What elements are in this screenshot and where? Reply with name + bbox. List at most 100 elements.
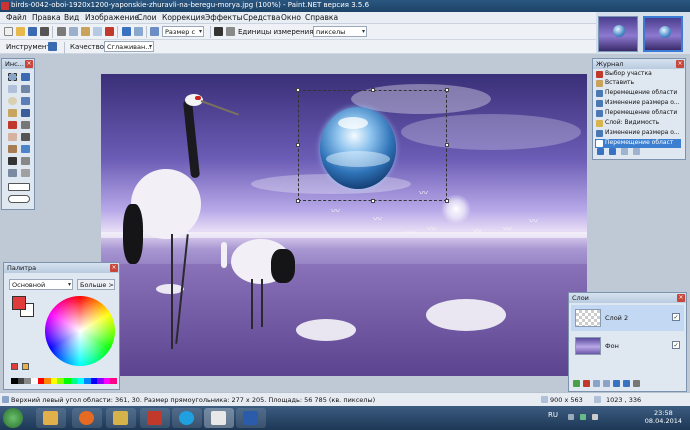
pencil-icon[interactable] — [21, 133, 30, 141]
selection-handle[interactable] — [296, 199, 300, 203]
line-icon[interactable] — [8, 169, 17, 177]
palette-swatches[interactable] — [11, 378, 117, 384]
image-thumbnail-2[interactable] — [643, 16, 683, 52]
move-icon[interactable] — [21, 73, 30, 81]
rectangle-select-icon[interactable] — [8, 73, 17, 81]
eraser-icon[interactable] — [8, 133, 17, 141]
zoom-icon[interactable] — [150, 27, 159, 36]
quality-select[interactable]: Сглаживан... ▾ — [104, 41, 154, 52]
cut-icon[interactable] — [57, 27, 66, 36]
recolor-icon[interactable] — [8, 157, 17, 165]
crop-icon[interactable] — [93, 27, 102, 36]
new-file-icon[interactable] — [4, 27, 13, 36]
curve-icon[interactable] — [21, 169, 30, 177]
undo-icon[interactable] — [609, 148, 616, 155]
move-selection-icon[interactable] — [48, 42, 57, 51]
units-select[interactable]: пикселы ▾ — [313, 26, 367, 37]
selection-handle[interactable] — [445, 88, 449, 92]
undo-icon[interactable] — [122, 27, 131, 36]
grid-icon[interactable] — [214, 27, 223, 36]
clone-stamp-icon[interactable] — [8, 145, 17, 153]
network-icon[interactable] — [580, 414, 586, 420]
close-icon[interactable]: × — [677, 294, 685, 302]
layer-visibility-checkbox[interactable]: ✓ — [672, 313, 680, 321]
history-item[interactable]: Перемещение област — [595, 139, 681, 148]
ruler-icon[interactable] — [226, 27, 235, 36]
clock[interactable]: 23:58 08.04.2014 — [645, 409, 682, 425]
palette-mode-select[interactable]: Основной ▾ — [9, 279, 73, 290]
save-icon[interactable] — [28, 27, 37, 36]
taskbar-explorer[interactable] — [36, 408, 66, 428]
lasso-icon[interactable] — [8, 85, 17, 93]
move-layer-down-icon[interactable] — [623, 380, 630, 387]
layer-row[interactable]: Фон ✓ — [571, 333, 684, 359]
magic-wand-icon[interactable] — [8, 109, 17, 117]
start-button[interactable] — [3, 408, 23, 428]
menu-layers[interactable]: Слои — [137, 13, 157, 22]
taskbar-word[interactable] — [236, 408, 266, 428]
redo-icon[interactable] — [621, 148, 628, 155]
menu-help[interactable]: Справка — [305, 13, 338, 22]
close-icon[interactable]: × — [676, 60, 684, 68]
paste-icon[interactable] — [81, 27, 90, 36]
layer-properties-icon[interactable] — [633, 380, 640, 387]
history-item[interactable]: Перемещение области — [595, 109, 681, 118]
language-indicator[interactable]: RU — [548, 411, 558, 419]
image-thumbnail-1[interactable] — [598, 16, 638, 52]
move-layer-up-icon[interactable] — [613, 380, 620, 387]
duplicate-layer-icon[interactable] — [593, 380, 600, 387]
tray-icon[interactable] — [568, 414, 574, 420]
paintbrush-icon[interactable] — [21, 121, 30, 129]
rewind-icon[interactable] — [597, 148, 604, 155]
menu-view[interactable]: Вид — [64, 13, 79, 22]
taskbar-media[interactable] — [140, 408, 170, 428]
menu-image[interactable]: Изображение — [85, 13, 139, 22]
redo-icon[interactable] — [134, 27, 143, 36]
selection-handle[interactable] — [445, 199, 449, 203]
text-icon[interactable] — [21, 157, 30, 165]
ellipse-select-icon[interactable] — [8, 97, 17, 105]
color-wheel[interactable] — [45, 296, 115, 366]
copy-icon[interactable] — [69, 27, 78, 36]
selection-handle[interactable] — [296, 143, 300, 147]
history-item[interactable]: Слой: Видимость — [595, 119, 681, 128]
menu-file[interactable]: Файл — [6, 13, 27, 22]
add-layer-icon[interactable] — [573, 380, 580, 387]
menu-window[interactable]: Окно — [281, 13, 301, 22]
layer-visibility-checkbox[interactable]: ✓ — [672, 341, 680, 349]
gradient-icon[interactable] — [8, 121, 17, 129]
delete-layer-icon[interactable] — [583, 380, 590, 387]
taskbar-firefox[interactable] — [72, 408, 102, 428]
history-item[interactable]: Вставить — [595, 79, 681, 88]
zoom-combo[interactable]: Размер с ▾ — [162, 26, 204, 37]
menu-effects[interactable]: Эффекты — [205, 13, 243, 22]
selection-handle[interactable] — [371, 88, 375, 92]
history-item[interactable]: Выбор участка — [595, 70, 681, 79]
close-icon[interactable]: × — [25, 60, 33, 68]
merge-layer-icon[interactable] — [603, 380, 610, 387]
primary-color-swatch[interactable] — [12, 296, 26, 310]
color-picker-icon[interactable] — [21, 145, 30, 153]
menu-edit[interactable]: Правка — [32, 13, 61, 22]
history-item[interactable]: Изменение размера о... — [595, 129, 681, 138]
palette-file-icon[interactable] — [22, 363, 29, 370]
volume-icon[interactable] — [592, 414, 598, 420]
fast-forward-icon[interactable] — [633, 148, 640, 155]
rectangle-shape-icon[interactable] — [8, 183, 30, 191]
history-item[interactable]: Перемещение области — [595, 89, 681, 98]
ellipse-shape-icon[interactable] — [8, 195, 30, 203]
taskbar-app[interactable] — [106, 408, 136, 428]
history-item[interactable]: Изменение размера о... — [595, 99, 681, 108]
layer-row[interactable]: Слой 2 ✓ — [571, 305, 684, 331]
move-view-icon[interactable] — [21, 85, 30, 93]
open-folder-icon[interactable] — [16, 27, 25, 36]
selection-handle[interactable] — [371, 199, 375, 203]
more-button[interactable]: Больше >> — [77, 279, 115, 290]
menu-adjustments[interactable]: Коррекция — [162, 13, 205, 22]
taskbar-paintnet[interactable] — [204, 408, 234, 428]
selection-handle[interactable] — [296, 88, 300, 92]
menu-utilities[interactable]: Средства — [243, 13, 280, 22]
print-icon[interactable] — [40, 27, 49, 36]
deselect-icon[interactable] — [105, 27, 114, 36]
paint-bucket-icon[interactable] — [21, 109, 30, 117]
